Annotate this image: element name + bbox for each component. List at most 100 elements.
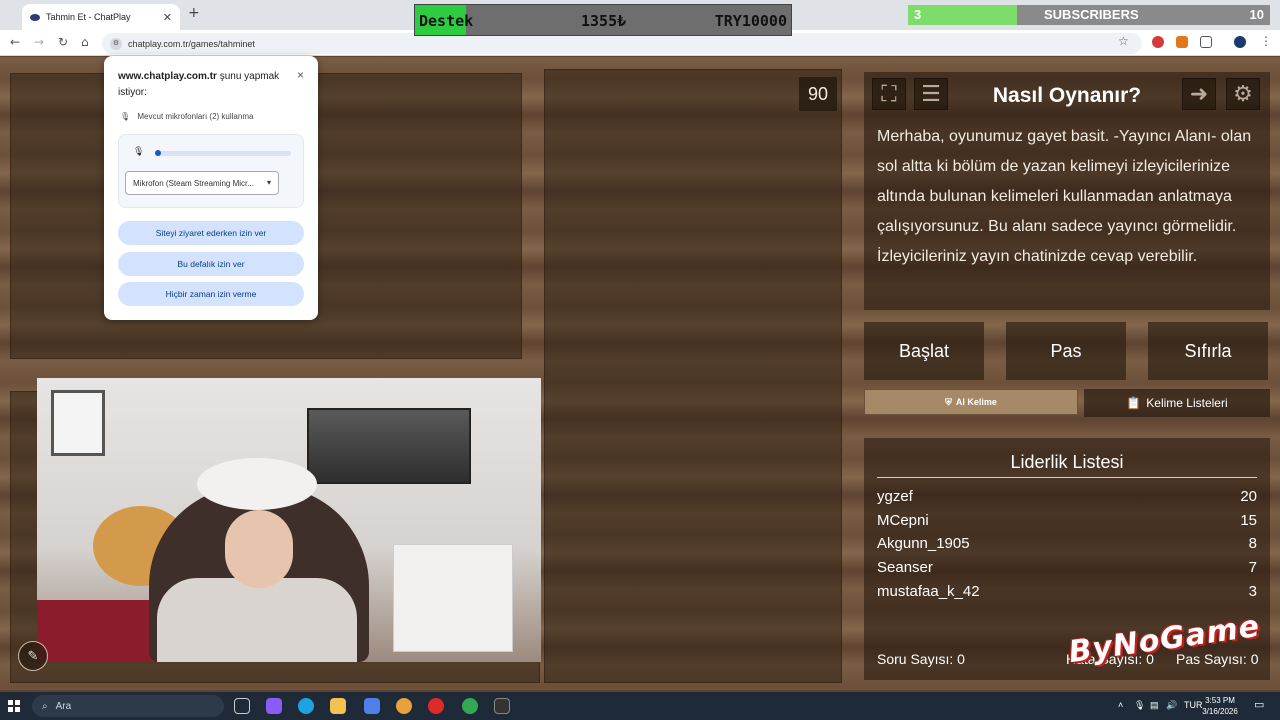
shield-icon: ⛨: [945, 396, 952, 407]
ai-word-button[interactable]: ⛨ AI Kelime: [864, 389, 1078, 415]
menu-kebab-icon[interactable]: ⋮: [1260, 34, 1272, 48]
player-name: MCepni: [877, 512, 929, 529]
question-count: Soru Sayısı: 0: [877, 651, 965, 667]
streamer-face: [225, 510, 293, 588]
streamer-shirt: [157, 578, 357, 662]
chrome-icon[interactable]: [396, 698, 412, 714]
wall-picture: [51, 390, 105, 456]
fullscreen-icon[interactable]: ⛶: [872, 78, 906, 110]
subscriber-label: SUBSCRIBERS: [1044, 7, 1139, 22]
notes-icon[interactable]: ☰: [914, 78, 948, 110]
back-icon[interactable]: ←: [10, 35, 20, 49]
microphone-permission-popup: www.chatplay.com.tr şunu yapmak istiyor:…: [104, 56, 318, 320]
opera-icon[interactable]: [428, 698, 444, 714]
tray-chevron-icon[interactable]: ˄: [1118, 700, 1123, 710]
word-lists-button[interactable]: 📋 Kelime Listeleri: [1084, 389, 1270, 417]
taskbar-clock[interactable]: 3:53 PM 3/16/2026: [1198, 695, 1242, 717]
obs-icon[interactable]: [494, 698, 510, 714]
player-score: 8: [1248, 535, 1257, 552]
donation-current: 1355₺: [581, 12, 627, 30]
start-button[interactable]: Başlat: [864, 322, 984, 380]
subscriber-current: 3: [914, 7, 922, 22]
player-score: 20: [1240, 488, 1257, 505]
allow-while-visiting-button[interactable]: Siteyi ziyaret ederken izin ver: [118, 221, 304, 245]
copilot-icon[interactable]: [266, 698, 282, 714]
edge-icon[interactable]: [298, 698, 314, 714]
allow-once-button[interactable]: Bu defalık izin ver: [118, 252, 304, 276]
mic-permission-label: Mevcut mikrofonları (2) kullanma: [137, 112, 254, 121]
permission-heading: www.chatplay.com.tr şunu yapmak istiyor:: [118, 69, 288, 101]
clipboard-icon: 📋: [1126, 396, 1142, 410]
tree-painting: [307, 408, 471, 484]
pass-button[interactable]: Pas: [1006, 322, 1126, 380]
leaderboard-title: Liderlik Listesi: [877, 452, 1257, 478]
leaderboard-row: MCepni 15: [877, 512, 1257, 534]
ai-word-label: AI Kelime: [955, 397, 997, 407]
task-view-icon[interactable]: [234, 698, 250, 714]
tab-tahmin-et[interactable]: Tahmin Et - ChatPlay ✕: [22, 4, 180, 30]
extension-fox-icon[interactable]: [1176, 36, 1188, 48]
new-tab-button[interactable]: +: [188, 5, 200, 21]
leaderboard-row: mustafaa_k_42 3: [877, 583, 1257, 605]
windows-taskbar: ⌕ Ara ˄ 🎙 ▤ 🔊 TUR 3:53 PM 3/16/2026 ▭: [0, 692, 1280, 720]
webcam-feed: [37, 378, 541, 662]
edit-pencil-icon[interactable]: ✎: [18, 641, 48, 671]
reset-button[interactable]: Sıfırla: [1148, 322, 1268, 380]
subscriber-progress-fill: [908, 5, 1017, 25]
chatplay-favicon-icon: [30, 13, 40, 21]
clock-date: 3/16/2026: [1202, 707, 1238, 716]
url-field[interactable]: ⚙ chatplay.com.tr/games/tahminet: [102, 33, 1142, 54]
word-lists-label: Kelime Listeleri: [1146, 396, 1228, 410]
bunny-hat: [197, 458, 317, 510]
settings-gear-icon[interactable]: ⚙: [1226, 78, 1260, 110]
chevron-down-icon: ▾: [266, 178, 271, 187]
mic-permission-line: 🎙 Mevcut mikrofonları (2) kullanma: [120, 112, 253, 121]
player-score: 15: [1240, 512, 1257, 529]
center-panel: [544, 69, 842, 683]
profile-avatar-icon[interactable]: [1234, 36, 1246, 48]
leaderboard-row: ygzef 20: [877, 488, 1257, 510]
mic-select-value: Mikrofon (Steam Streaming Micr...: [133, 179, 254, 188]
extension-red-icon[interactable]: [1152, 36, 1164, 48]
leaderboard-row: Akgunn_1905 8: [877, 535, 1257, 557]
file-explorer-icon[interactable]: [330, 698, 346, 714]
tab-close-icon[interactable]: ✕: [163, 11, 172, 24]
bookmark-star-icon[interactable]: ☆: [1118, 34, 1129, 48]
donation-goal: TRY10000: [714, 12, 787, 30]
player-score: 7: [1248, 559, 1257, 576]
subscriber-goal: 10: [1249, 7, 1264, 22]
player-name: ygzef: [877, 488, 913, 505]
microphone-icon: 🎙: [120, 112, 131, 121]
extensions-puzzle-icon[interactable]: [1200, 36, 1212, 48]
chrome-profile-icon[interactable]: [462, 698, 478, 714]
leaderboard-row: Seanser 7: [877, 559, 1257, 581]
tray-mic-icon[interactable]: 🎙: [1134, 700, 1145, 711]
dresser: [393, 544, 513, 652]
home-icon[interactable]: ⌂: [81, 35, 89, 49]
how-to-play-text: Merhaba, oyunumuz gayet basit. -Yayıncı …: [877, 128, 1252, 265]
tab-title: Tahmin Et - ChatPlay: [46, 12, 131, 22]
tray-volume-icon[interactable]: 🔊: [1166, 700, 1177, 711]
tray-network-icon[interactable]: ▤: [1150, 700, 1159, 711]
store-icon[interactable]: [364, 698, 380, 714]
notification-icon[interactable]: ▭: [1254, 698, 1264, 711]
windows-start-icon[interactable]: [8, 700, 20, 712]
player-name: Seanser: [877, 559, 933, 576]
player-score: 3: [1248, 583, 1257, 600]
donation-goal-bar: Destek 1355₺ TRY10000: [414, 4, 792, 36]
mic-select[interactable]: Mikrofon (Steam Streaming Micr... ▾: [125, 171, 279, 195]
url-text: chatplay.com.tr/games/tahminet: [128, 38, 255, 49]
mic-settings-box: 🎙 Mikrofon (Steam Streaming Micr... ▾: [118, 134, 304, 208]
site-info-icon[interactable]: ⚙: [110, 37, 122, 50]
reload-icon[interactable]: ↻: [58, 35, 68, 49]
player-name: mustafaa_k_42: [877, 583, 980, 600]
search-placeholder: Ara: [55, 700, 72, 712]
clock-time: 3:53 PM: [1205, 696, 1235, 705]
forward-icon[interactable]: →: [34, 35, 44, 49]
exit-icon[interactable]: ➜: [1182, 78, 1216, 110]
timer-display: 90: [799, 77, 837, 111]
subscriber-goal-bar: 3 SUBSCRIBERS 10: [908, 5, 1270, 25]
taskbar-search[interactable]: ⌕ Ara: [32, 695, 224, 717]
never-allow-button[interactable]: Hiçbir zaman izin verme: [118, 282, 304, 306]
close-icon[interactable]: ×: [297, 68, 304, 82]
